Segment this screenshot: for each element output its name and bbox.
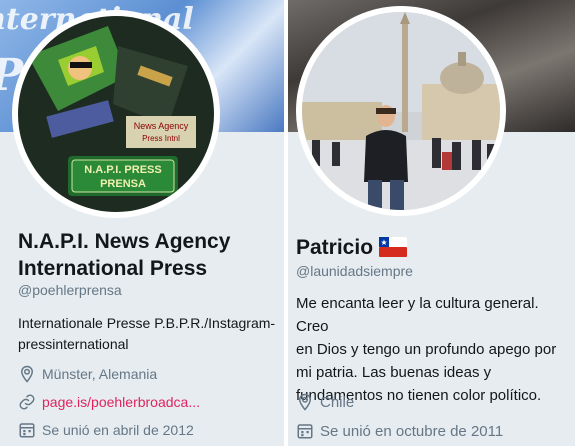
joined-text: Se unió en abril de 2012 <box>42 422 194 438</box>
avatar-label-1: News Agency <box>134 121 189 131</box>
joined-row: Se unió en abril de 2012 <box>18 421 194 439</box>
profile-name-line-2: International Press <box>18 257 208 280</box>
location-pin-icon <box>296 393 314 411</box>
avatar-sign-line-2: PRENSA <box>100 178 146 190</box>
link-icon <box>18 393 36 411</box>
profile-card-napi: International Press News Agency Press In… <box>0 0 284 446</box>
profile-card-patricio: Patricio @launidadsiempre Me encanta lee… <box>288 0 575 446</box>
joined-row: Se unió en octubre de 2011 <box>296 422 503 440</box>
joined-text: Se unió en octubre de 2011 <box>320 422 504 440</box>
profile-name[interactable]: N.A.P.I. News Agency International Press <box>18 228 230 282</box>
profile-name-line-1: N.A.P.I. News Agency <box>18 230 231 253</box>
location-pin-icon <box>18 365 36 383</box>
location-row: Münster, Alemania <box>18 365 157 383</box>
bio-line-1: Internationale Presse P.B.P.R./Instagram… <box>18 315 276 331</box>
profile-handle[interactable]: @poehlerprensa <box>18 282 122 298</box>
website-row: page.is/poehlerbroadca... <box>18 393 200 411</box>
avatar[interactable]: News Agency Press Intnl N.A.P.I. PRESS P… <box>12 10 220 218</box>
chile-flag-icon <box>379 237 408 264</box>
bio-line-2: pressinternational <box>18 336 129 352</box>
avatar[interactable] <box>296 6 506 216</box>
avatar-sign-line-1: N.A.P.I. PRESS <box>84 164 161 176</box>
avatar-label-2: Press Intnl <box>142 134 180 143</box>
bio-line-3: mi patria. Las buenas ideas y <box>296 364 492 381</box>
website-link[interactable]: page.is/poehlerbroadca... <box>42 394 200 410</box>
profile-handle[interactable]: @launidadsiempre <box>296 263 413 279</box>
bio-line-2: en Dios y tengo un profundo apego por <box>296 341 557 358</box>
calendar-icon <box>18 421 36 439</box>
profile-bio: Me encanta leer y la cultura general. Cr… <box>296 292 575 407</box>
profile-bio: Internationale Presse P.B.P.R./Instagram… <box>18 313 275 355</box>
profile-name[interactable]: Patricio <box>296 234 408 264</box>
bio-line-1: Me encanta leer y la cultura general. Cr… <box>296 295 539 335</box>
location-text: Chile <box>320 393 355 411</box>
profile-name-text: Patricio <box>296 236 374 259</box>
calendar-icon <box>296 422 314 440</box>
location-text: Münster, Alemania <box>42 366 158 382</box>
location-row: Chile <box>296 393 354 411</box>
